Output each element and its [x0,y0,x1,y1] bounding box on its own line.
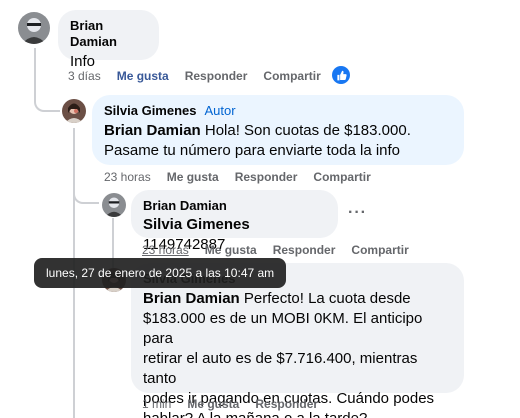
reply-button[interactable]: Responder [255,397,318,411]
mention-link[interactable]: Brian Damian [104,122,201,139]
like-button[interactable]: Me gusta [205,243,257,257]
avatar-brian[interactable] [102,193,126,217]
comment-bubble-1: Brian Damian Info [58,10,159,70]
author-badge: Autor [204,103,236,118]
thread-curve-reply-1 [34,86,60,112]
comment-bubble-2: Silvia Gimenes Autor Brian Damian Hola! S… [92,95,464,165]
comment-author[interactable]: Brian Damian [70,18,147,50]
thread-line-main [34,48,36,88]
reply-button[interactable]: Responder [273,243,336,257]
like-button[interactable]: Me gusta [117,69,169,83]
comment-actions-3: 23 horas Me gusta Responder Compartir [142,243,409,257]
comment-time[interactable]: 23 horas [142,243,189,257]
comment-actions-4: 1 min Me gusta Responder [142,397,318,411]
like-button[interactable]: Me gusta [167,170,219,184]
reply-button[interactable]: Responder [185,69,248,83]
thumbs-up-icon[interactable] [332,66,350,84]
comment-time[interactable]: 23 horas [104,170,151,184]
more-options-button[interactable]: ··· [348,204,367,222]
mention-link[interactable]: Brian Damian [143,290,240,307]
comment-author[interactable]: Silvia Gimenes [104,103,197,118]
thread-curve-reply-2 [73,188,99,204]
comment-author[interactable]: Brian Damian [143,198,326,214]
share-button[interactable]: Compartir [351,243,408,257]
comment-actions-2: 23 horas Me gusta Responder Compartir [104,170,371,184]
avatar-silvia[interactable] [62,99,86,123]
avatar-brian[interactable] [18,12,50,44]
share-button[interactable]: Compartir [263,69,320,83]
like-button[interactable]: Me gusta [187,397,239,411]
mention-link[interactable]: Silvia Gimenes [143,216,250,233]
comment-text: Brian Damian Hola! Son cuotas de $183.00… [104,122,411,159]
comment-time[interactable]: 3 días [68,69,101,83]
timestamp-tooltip: lunes, 27 de enero de 2025 a las 10:47 a… [34,258,287,288]
comment-bubble-3: Brian Damian Silvia Gimenes 1149742887 [131,190,338,253]
comment-actions-1: 3 días Me gusta Responder Compartir [68,69,321,83]
comment-time[interactable]: 1 min [142,397,171,411]
scrollbar[interactable] [512,0,520,418]
share-button[interactable]: Compartir [313,170,370,184]
reply-button[interactable]: Responder [235,170,298,184]
